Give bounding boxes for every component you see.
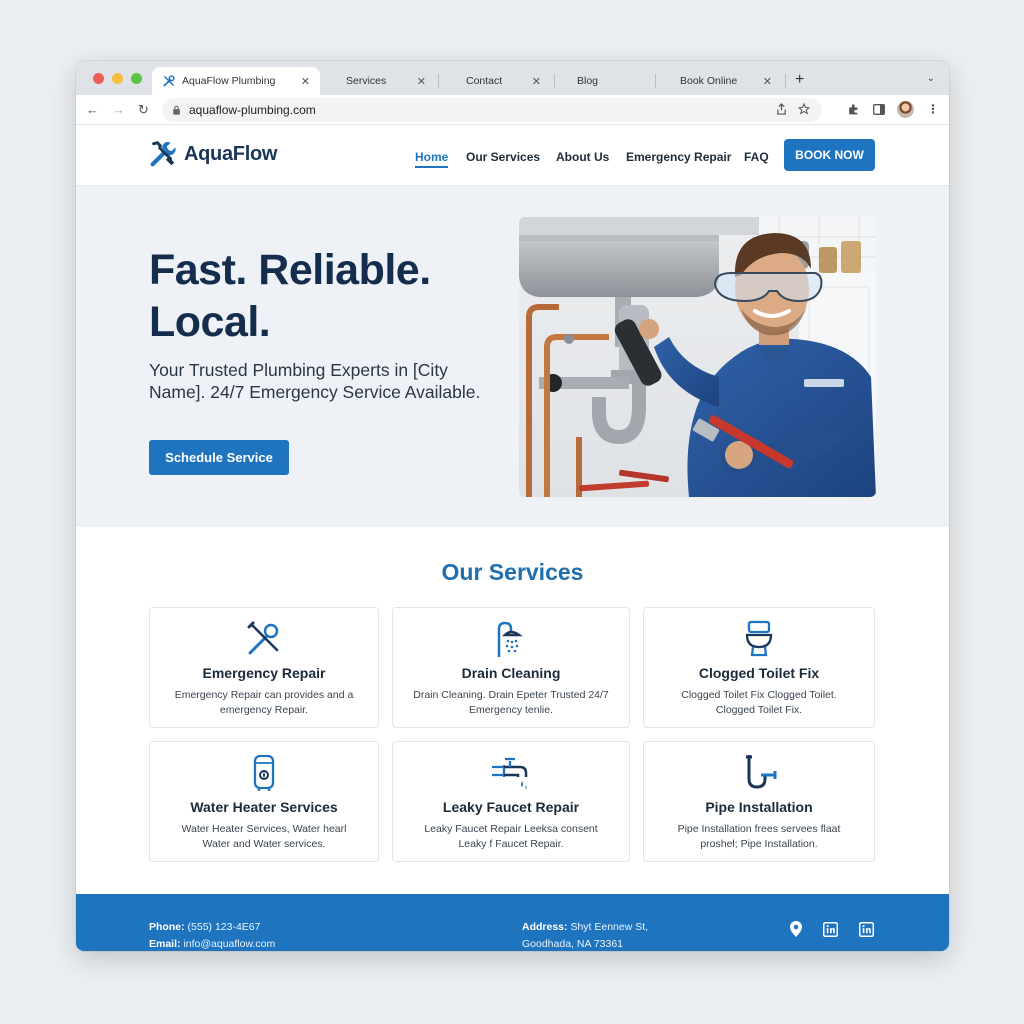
hero-title: Fast. Reliable. Local.: [149, 246, 431, 346]
linkedin-icon[interactable]: [823, 922, 838, 937]
profile-avatar[interactable]: [897, 101, 914, 118]
aquaflow-favicon-icon: [163, 75, 175, 87]
service-card-emergency-repair[interactable]: Emergency Repair Emergency Repair can pr…: [149, 607, 379, 728]
tab-search-chevron-icon[interactable]: ⌄: [927, 73, 935, 84]
service-description: Water Heater Services, Water hearl Water…: [181, 823, 347, 850]
logo-text: AquaFlow: [184, 142, 278, 165]
side-panel-icon[interactable]: [873, 104, 885, 115]
site-logo[interactable]: AquaFlow: [148, 139, 277, 169]
tab-aquaflow-plumbing[interactable]: AquaFlow Plumbing ✕: [152, 67, 320, 95]
back-arrow-icon[interactable]: ←: [86, 102, 99, 117]
tab-services[interactable]: Services ✕: [336, 67, 436, 95]
tab-book-online[interactable]: Book Online ✕: [670, 67, 782, 95]
water-heater-icon: [253, 754, 275, 791]
tab-title: Services: [346, 75, 387, 87]
close-window-button[interactable]: [93, 73, 104, 84]
tab-separator: [785, 74, 786, 88]
tab-title: Blog: [577, 75, 599, 87]
email-address[interactable]: info@aquaflow.com: [183, 938, 275, 950]
service-description: Leaky Faucet Repair Leeksa consent Leaky…: [424, 823, 598, 850]
service-card-clogged-toilet-fix[interactable]: Clogged Toilet Fix Clogged Toilet Fix Cl…: [643, 607, 875, 728]
close-tab-icon[interactable]: ✕: [301, 75, 310, 88]
tab-title: AquaFlow Plumbing: [182, 75, 276, 87]
service-description: Clogged Toilet Fix Clogged Toilet. Clogg…: [681, 689, 837, 716]
toilet-icon: [745, 620, 773, 657]
footer-address-line-2: Goodhada, NA 73361: [522, 938, 624, 950]
close-tab-icon[interactable]: ✕: [417, 75, 426, 88]
service-description: Emergency Repair can provides and a emer…: [174, 689, 354, 716]
address-bar-actions: [776, 103, 810, 115]
service-card-leaky-faucet-repair[interactable]: Leaky Faucet Repair Leaky Faucet Repair …: [392, 741, 630, 862]
lock-icon: [173, 105, 180, 115]
browser-toolbar: ← → ↻ aquaflow-plumbing.com ⋮: [76, 95, 949, 125]
forward-arrow-icon[interactable]: →: [112, 102, 125, 117]
address-line-1: Shyt Eennew St,: [570, 921, 649, 933]
tab-separator: [655, 74, 656, 88]
browser-window: AquaFlow Plumbing ✕ Services ✕ Contact ✕…: [76, 61, 949, 951]
linkedin-icon[interactable]: [859, 922, 874, 937]
tab-contact[interactable]: Contact ✕: [456, 67, 551, 95]
location-pin-icon[interactable]: [790, 921, 802, 937]
service-card-water-heater-services[interactable]: Water Heater Services Water Heater Servi…: [149, 741, 379, 862]
tab-separator: [438, 74, 439, 88]
service-card-drain-cleaning[interactable]: Drain Cleaning Drain Cleaning. Drain Epe…: [392, 607, 630, 728]
window-controls: [93, 73, 142, 84]
new-tab-button[interactable]: +: [795, 71, 804, 89]
close-tab-icon[interactable]: ✕: [532, 75, 541, 88]
nav-faq[interactable]: FAQ: [744, 150, 769, 164]
tab-title: Contact: [466, 75, 503, 87]
service-title: Water Heater Services: [190, 799, 338, 815]
url-text: aquaflow-plumbing.com: [189, 103, 316, 117]
phone-label: Phone:: [149, 921, 185, 933]
service-title: Clogged Toilet Fix: [698, 665, 820, 681]
browser-menu-icon[interactable]: ⋮: [927, 102, 939, 116]
faucet-icon: [492, 757, 528, 790]
reload-icon[interactable]: ↻: [138, 102, 149, 118]
nav-our-services[interactable]: Our Services: [466, 150, 540, 164]
service-title: Leaky Faucet Repair: [442, 799, 580, 815]
footer-email: Email: info@aquaflow.com: [149, 938, 275, 950]
nav-emergency-repair[interactable]: Emergency Repair: [626, 150, 731, 164]
extensions-puzzle-icon[interactable]: [847, 103, 860, 116]
service-description: Pipe Installation frees servees flaat pr…: [677, 823, 841, 850]
minimize-window-button[interactable]: [112, 73, 123, 84]
plumber-hero-image: [519, 217, 876, 497]
service-title: Drain Cleaning: [461, 665, 561, 681]
service-title: Emergency Repair: [202, 665, 326, 681]
address-label: Address:: [522, 921, 568, 933]
address-bar[interactable]: aquaflow-plumbing.com: [162, 98, 822, 122]
shower-icon: [497, 621, 523, 657]
plumber-illustration: [519, 217, 876, 497]
schedule-service-button[interactable]: Schedule Service: [149, 440, 289, 475]
bookmark-star-icon[interactable]: [798, 103, 810, 115]
tab-separator: [554, 74, 555, 88]
nav-home[interactable]: Home: [415, 150, 449, 168]
tab-title: Book Online: [680, 75, 738, 87]
services-heading: Our Services: [441, 559, 584, 585]
close-tab-icon[interactable]: ✕: [763, 75, 772, 88]
site-footer: Phone: (555) 123-4E67 Email: info@aquafl…: [76, 894, 949, 951]
nav-about-us[interactable]: About Us: [556, 150, 609, 164]
pipe-icon: [746, 755, 777, 789]
wrench-screwdriver-logo-icon: [150, 141, 176, 167]
service-title: Pipe Installation: [705, 799, 813, 815]
service-card-pipe-installation[interactable]: Pipe Installation Pipe Installation free…: [643, 741, 875, 862]
tab-blog[interactable]: Blog: [567, 67, 667, 95]
site-header: AquaFlow Home Our Services About Us Emer…: [76, 125, 949, 186]
hero-subtitle: Your Trusted Plumbing Experts in [City N…: [149, 360, 481, 402]
hero-section: Fast. Reliable. Local. Your Trusted Plum…: [76, 186, 949, 527]
wrench-icon: [247, 621, 279, 655]
phone-number[interactable]: (555) 123-4E67: [188, 921, 261, 933]
tab-strip: AquaFlow Plumbing ✕ Services ✕ Contact ✕…: [76, 61, 949, 95]
email-label: Email:: [149, 938, 181, 950]
share-icon[interactable]: [776, 103, 787, 115]
maximize-window-button[interactable]: [131, 73, 142, 84]
service-description: Drain Cleaning. Drain Epeter Trusted 24/…: [413, 689, 609, 716]
footer-address: Address: Shyt Eennew St,: [522, 921, 648, 933]
book-now-button[interactable]: BOOK NOW: [784, 139, 875, 171]
footer-phone: Phone: (555) 123-4E67: [149, 921, 260, 933]
